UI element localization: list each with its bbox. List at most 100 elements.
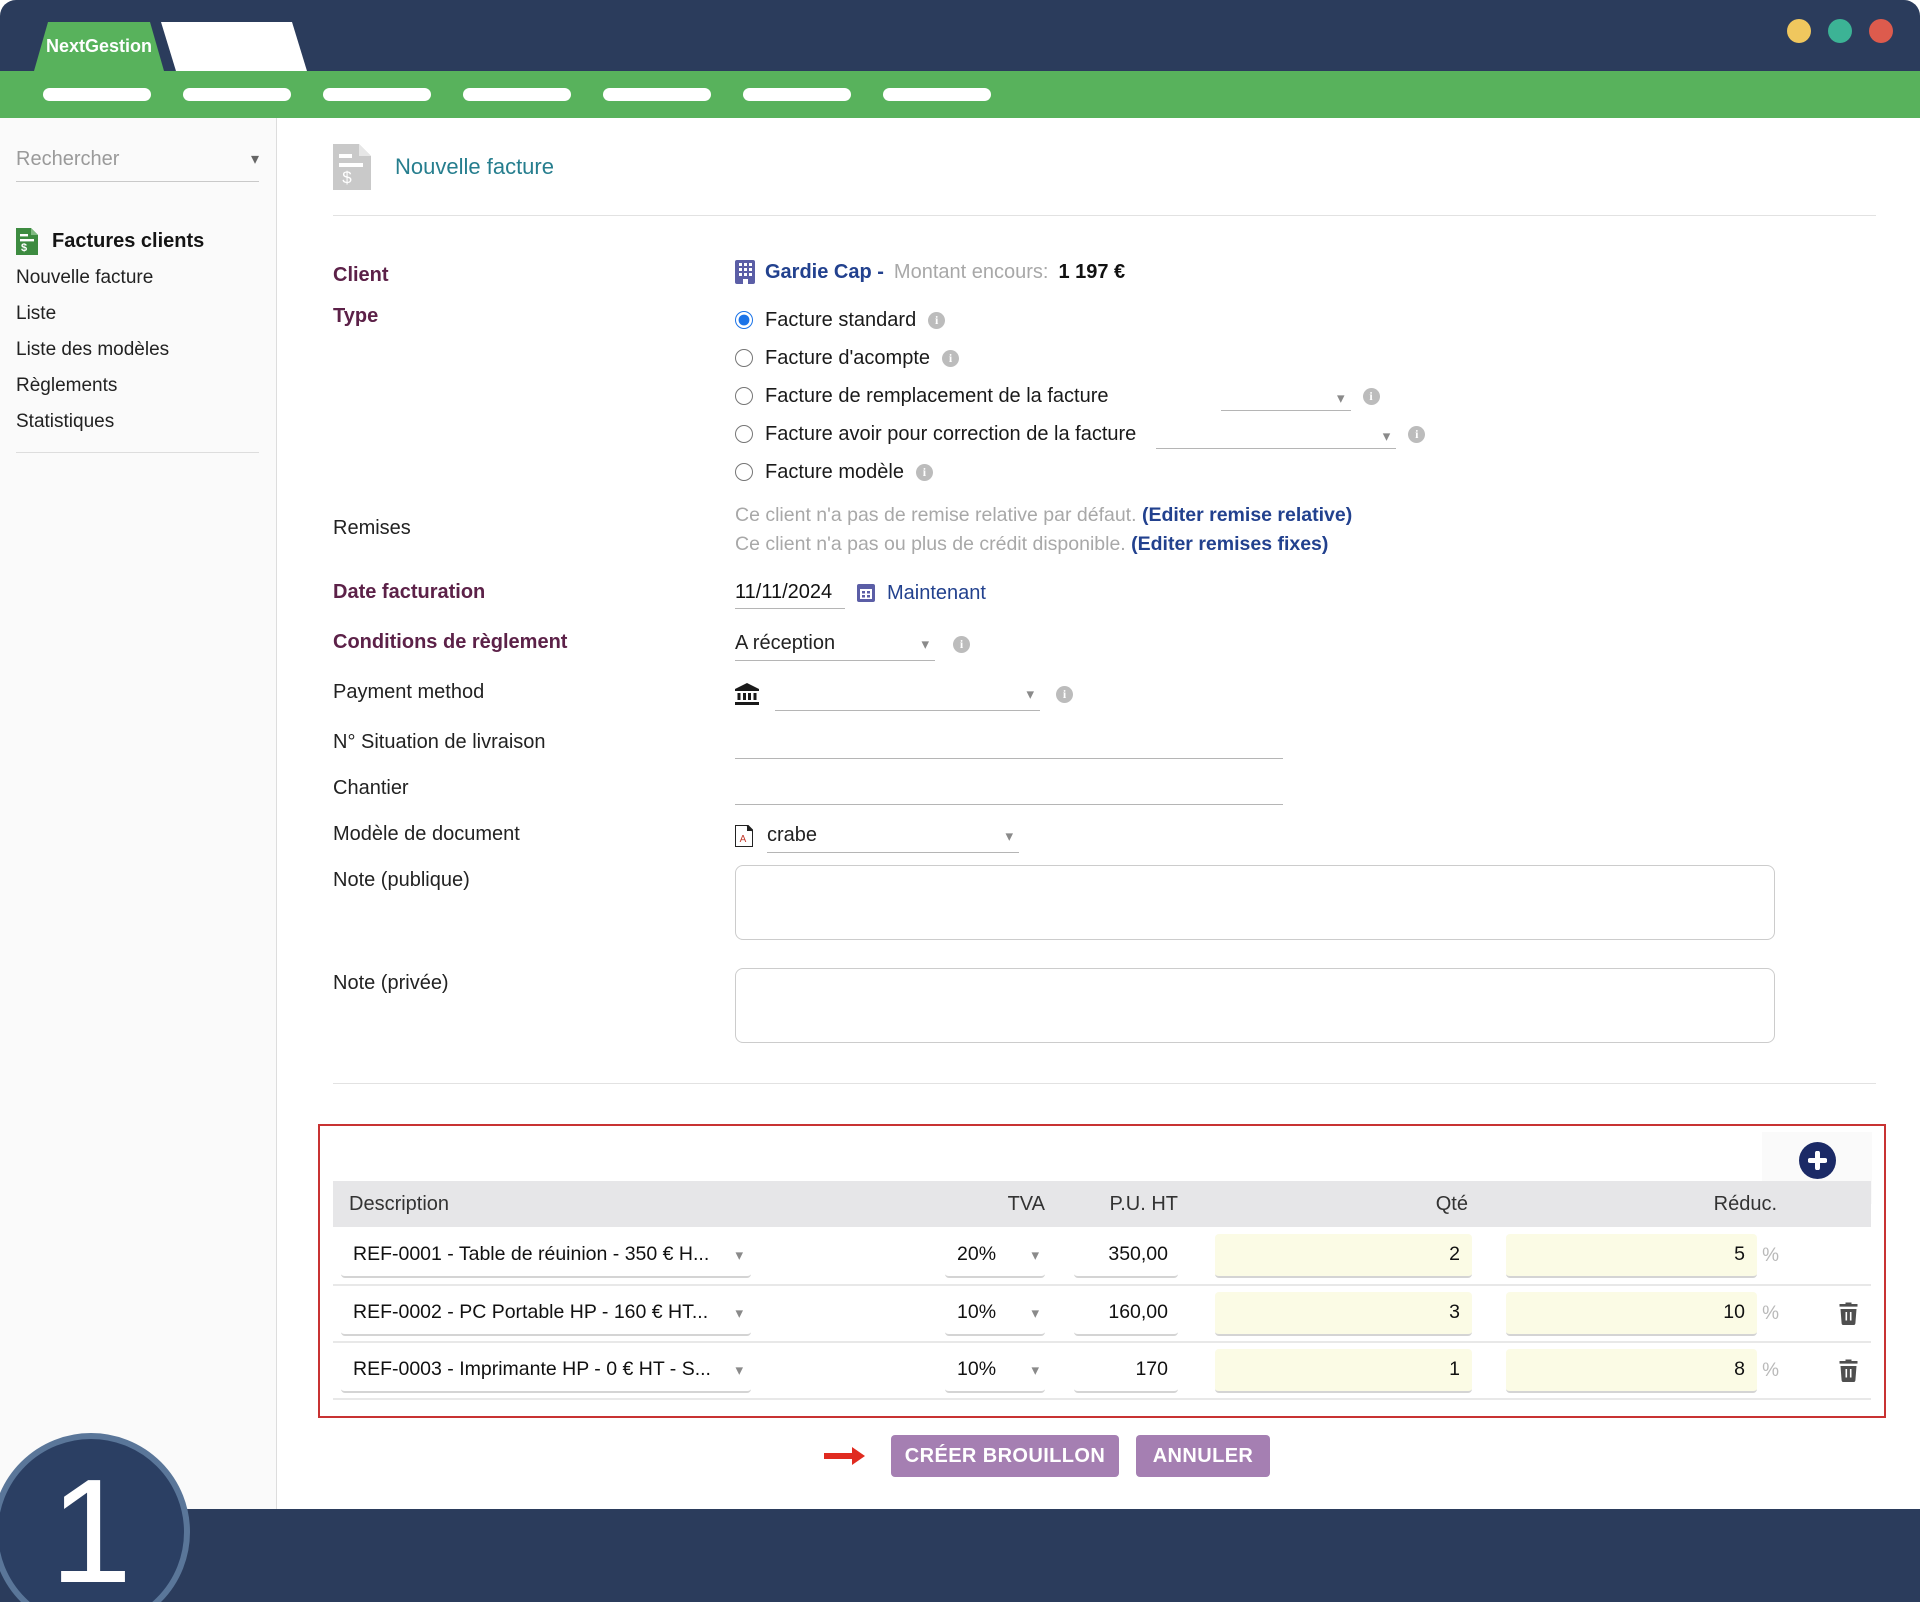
page-title: Nouvelle facture	[395, 154, 554, 180]
radio-facture-avoir[interactable]	[735, 425, 753, 443]
radio-facture-standard[interactable]	[735, 311, 753, 329]
situation-input[interactable]	[735, 727, 1283, 759]
info-icon[interactable]: i	[928, 312, 945, 329]
annuler-button[interactable]: ANNULER	[1136, 1435, 1270, 1477]
editer-remises-fixes-link[interactable]: (Editer remises fixes)	[1131, 533, 1328, 555]
chantier-input[interactable]	[735, 773, 1283, 805]
building-icon	[735, 260, 755, 284]
chevron-down-icon: ▾	[1031, 1306, 1039, 1321]
main-content: $ Nouvelle facture Client	[277, 118, 1920, 1509]
chantier-label: Chantier	[333, 773, 735, 800]
nav-pill[interactable]	[43, 88, 151, 101]
brand-tab[interactable]: NextGestion	[34, 22, 164, 71]
col-qte: Qté	[1178, 1193, 1472, 1216]
client-label: Client	[333, 260, 735, 287]
info-icon[interactable]: i	[1056, 686, 1073, 703]
sidebar-item-liste-des-modeles[interactable]: Liste des modèles	[0, 332, 276, 368]
nav-pill[interactable]	[463, 88, 571, 101]
conditions-select[interactable]: A réception ▾	[735, 627, 935, 661]
pu-ht-input[interactable]: 350,00	[1074, 1234, 1178, 1278]
date-input[interactable]	[735, 577, 845, 609]
sidebar-item-reglements[interactable]: Règlements	[0, 368, 276, 404]
nav-pill[interactable]	[323, 88, 431, 101]
radio-facture-acompte[interactable]	[735, 349, 753, 367]
info-icon[interactable]: i	[1408, 426, 1425, 443]
modele-label: Modèle de document	[333, 819, 735, 846]
qte-input[interactable]: 2	[1215, 1234, 1472, 1278]
invoice-page-icon: $	[333, 144, 371, 190]
reduc-input[interactable]: 5	[1506, 1234, 1757, 1278]
note-publique-textarea[interactable]	[735, 865, 1775, 940]
plus-icon	[1808, 1151, 1827, 1170]
remplacement-select[interactable]: ▾	[1221, 381, 1351, 411]
type-label: Type	[333, 301, 735, 328]
maintenant-link[interactable]: Maintenant	[887, 582, 986, 605]
payment-method-select[interactable]: ▾	[775, 677, 1040, 711]
nav-pill[interactable]	[603, 88, 711, 101]
chevron-down-icon: ▾	[735, 1363, 743, 1378]
minimize-dot[interactable]	[1787, 19, 1811, 43]
description-select[interactable]: REF-0001 - Table de réuinion - 350 € H..…	[341, 1234, 751, 1278]
qte-input[interactable]: 1	[1215, 1349, 1472, 1393]
avoir-select[interactable]: ▾	[1156, 419, 1396, 449]
chevron-down-icon: ▾	[735, 1306, 743, 1321]
encours-label: Montant encours:	[894, 261, 1049, 284]
svg-text:$: $	[342, 168, 352, 187]
tva-select[interactable]: 10% ▾	[945, 1349, 1045, 1393]
tva-select[interactable]: 10% ▾	[945, 1292, 1045, 1336]
chevron-down-icon: ▾	[1031, 1363, 1039, 1378]
note-privee-textarea[interactable]	[735, 968, 1775, 1043]
sidebar-section-factures-clients[interactable]: $ Factures clients	[0, 222, 276, 260]
radio-facture-modele[interactable]	[735, 463, 753, 481]
description-select[interactable]: REF-0002 - PC Portable HP - 160 € HT... …	[341, 1292, 751, 1336]
sidebar-item-liste[interactable]: Liste	[0, 296, 276, 332]
info-icon[interactable]: i	[942, 350, 959, 367]
col-reduc: Réduc.	[1472, 1193, 1779, 1216]
sidebar-item-statistiques[interactable]: Statistiques	[0, 404, 276, 440]
qte-input[interactable]: 3	[1215, 1292, 1472, 1336]
sidebar-divider	[16, 452, 259, 453]
table-row: REF-0003 - Imprimante HP - 0 € HT - S...…	[333, 1341, 1871, 1398]
col-tva: TVA	[943, 1193, 1045, 1216]
trash-icon[interactable]	[1838, 1359, 1859, 1383]
sidebar-menu: $ Factures clients Nouvelle facture List…	[0, 222, 276, 453]
conditions-label: Conditions de règlement	[333, 627, 735, 654]
info-icon[interactable]: i	[953, 636, 970, 653]
trash-icon[interactable]	[1838, 1302, 1859, 1326]
footer-bar	[0, 1509, 1920, 1602]
maximize-dot[interactable]	[1828, 19, 1852, 43]
chevron-down-icon: ▾	[1026, 687, 1034, 702]
calendar-icon[interactable]	[857, 584, 875, 602]
sidebar: Rechercher ▾ $ Factures clients Nouvelle…	[0, 118, 277, 1509]
pu-ht-input[interactable]: 160,00	[1074, 1292, 1178, 1336]
editer-remise-relative-link[interactable]: (Editer remise relative)	[1142, 504, 1352, 526]
sidebar-section-label: Factures clients	[52, 230, 204, 253]
percent-label: %	[1757, 1303, 1779, 1325]
search-select[interactable]: Rechercher ▾	[16, 148, 259, 182]
pu-ht-input[interactable]: 170	[1074, 1349, 1178, 1393]
reduc-input[interactable]: 10	[1506, 1292, 1757, 1336]
close-dot[interactable]	[1869, 19, 1893, 43]
main-navbar	[0, 71, 1920, 118]
info-icon[interactable]: i	[1363, 388, 1380, 405]
table-row: REF-0002 - PC Portable HP - 160 € HT... …	[333, 1284, 1871, 1341]
invoice-lines-table: Description TVA P.U. HT Qté Réduc. REF-0…	[333, 1181, 1871, 1400]
section-divider	[333, 1083, 1876, 1084]
nav-pill[interactable]	[743, 88, 851, 101]
sidebar-item-nouvelle-facture[interactable]: Nouvelle facture	[0, 260, 276, 296]
creer-brouillon-button[interactable]: CRÉER BROUILLON	[891, 1435, 1119, 1477]
add-line-button[interactable]	[1799, 1142, 1836, 1179]
window-controls	[1787, 19, 1893, 43]
nav-pill[interactable]	[183, 88, 291, 101]
tva-select[interactable]: 20% ▾	[945, 1234, 1045, 1278]
window-titlebar: NextGestion	[0, 0, 1920, 71]
chevron-down-icon: ▾	[1005, 829, 1013, 844]
radio-facture-remplacement[interactable]	[735, 387, 753, 405]
client-link[interactable]: Gardie Cap -	[765, 261, 884, 284]
inactive-tab[interactable]	[161, 22, 307, 71]
nav-pill[interactable]	[883, 88, 991, 101]
description-select[interactable]: REF-0003 - Imprimante HP - 0 € HT - S...…	[341, 1349, 751, 1393]
reduc-input[interactable]: 8	[1506, 1349, 1757, 1393]
modele-select[interactable]: crabe ▾	[767, 819, 1019, 853]
info-icon[interactable]: i	[916, 464, 933, 481]
